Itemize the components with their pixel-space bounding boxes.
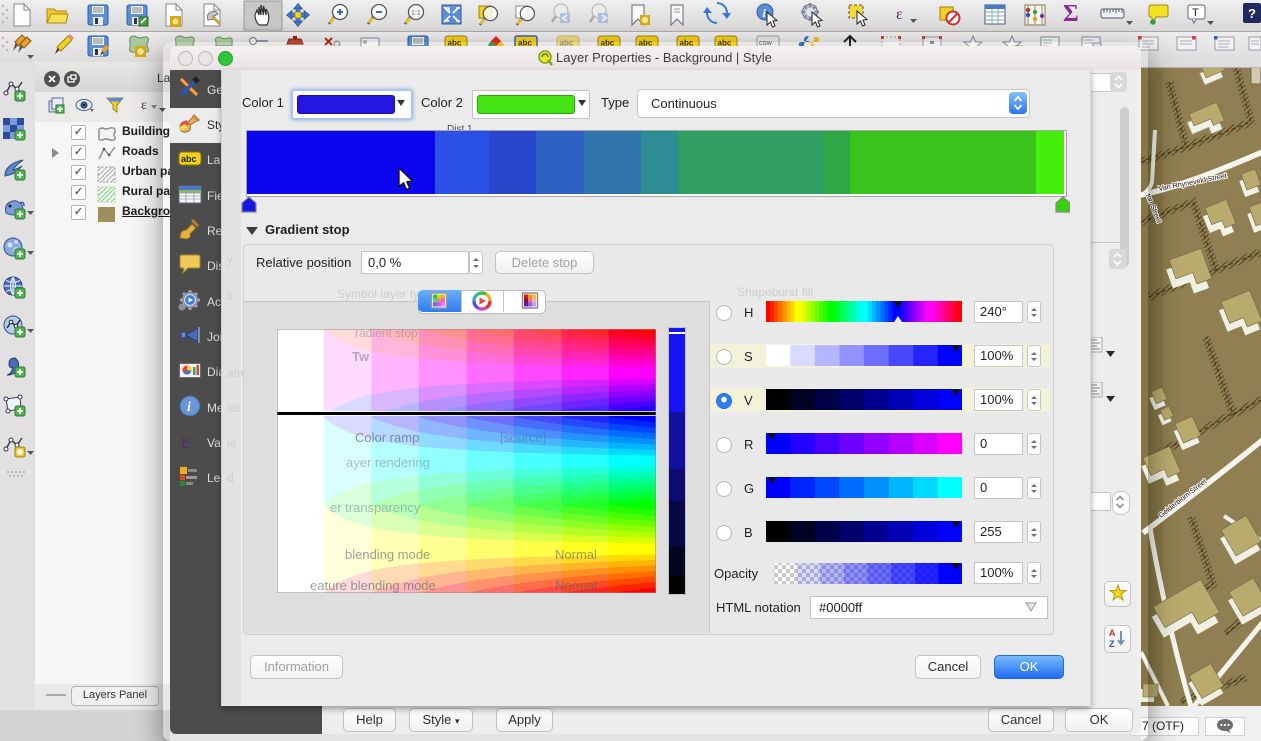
svg-text:T: T [1192, 7, 1199, 19]
svg-text:abc: abc [181, 154, 197, 164]
svg-text:ε: ε [141, 98, 147, 113]
svg-text:ε: ε [896, 6, 903, 23]
svg-text:?: ? [1248, 6, 1256, 21]
svg-text:Σ: Σ [1063, 1, 1079, 27]
svg-text:A: A [1109, 628, 1116, 638]
svg-text:i: i [187, 400, 191, 415]
svg-text:1:1: 1:1 [411, 10, 421, 17]
svg-text:ε: ε [181, 428, 191, 453]
svg-text:Z: Z [1109, 639, 1115, 649]
